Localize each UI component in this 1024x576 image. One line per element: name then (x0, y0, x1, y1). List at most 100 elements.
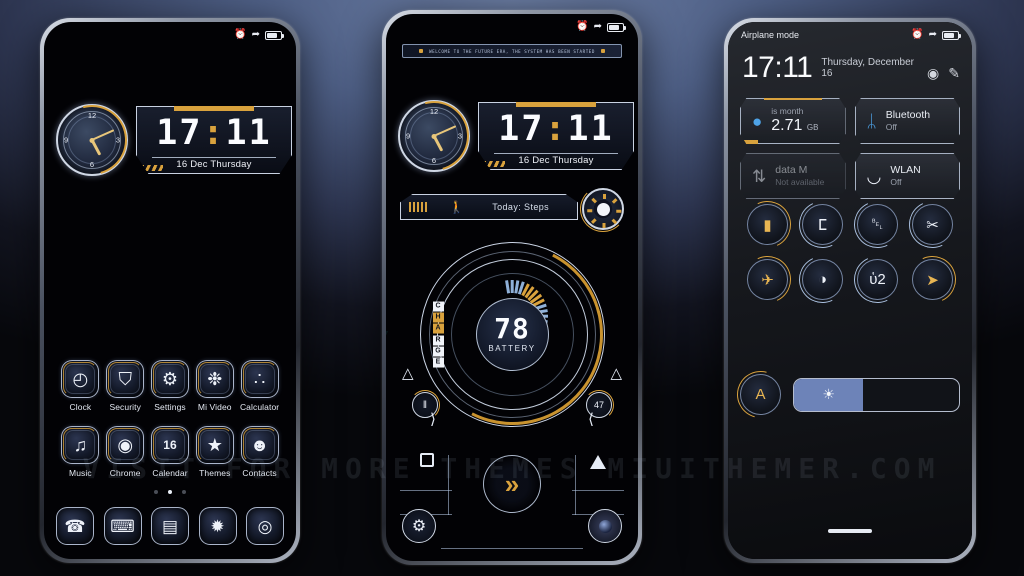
edit-icon[interactable]: ✎ (948, 66, 960, 82)
gear-icon: ⚙ (150, 360, 189, 398)
digital-clock: 17:11 16 Dec Thursday (478, 102, 634, 170)
status-bar: ⏰ ➦ (386, 14, 638, 40)
mobile-data-tile[interactable]: ⇅ data M Not available (740, 153, 846, 199)
brightness-fill: ☀ (794, 378, 864, 411)
clock-widget[interactable]: 12 3 6 9 17:11 16 Dec Thursday (386, 88, 634, 184)
app-chrome[interactable]: ◉ Chrome (103, 426, 148, 478)
bluetooth-tile[interactable]: ᛦ Bluetooth Off (854, 98, 960, 144)
analog-number-9: 9 (64, 135, 69, 145)
clock-icon: ◴ (61, 360, 100, 398)
app-calculator[interactable]: ∴ Calculator (237, 360, 282, 412)
navigation-bar: » ⚙ (386, 445, 638, 561)
recents-square-icon[interactable] (420, 453, 434, 467)
app-music[interactable]: ♫ Music (58, 426, 103, 478)
app-grid: ◴ Clock ⛉ Security ⚙ Settings ❉ Mi Video ∴ Calcul… (58, 360, 282, 478)
app-label: Themes (199, 468, 231, 478)
digital-clock: 17:11 16 Dec Thursday (136, 106, 292, 174)
app-label: Contacts (242, 468, 277, 478)
digital-gold-bar (173, 106, 255, 111)
message-icon-glyph: ⌨ (110, 516, 135, 536)
data-usage-tile[interactable]: ● is month 2.71 GB (740, 98, 846, 144)
dark-mode-toggle[interactable]: ◑ (792, 249, 853, 310)
digital-colon: : (544, 109, 568, 149)
auto-brightness-button[interactable]: A (728, 362, 793, 427)
clock-widget[interactable]: 12 3 6 9 17:11 16 Dec Thursday (44, 92, 292, 188)
steps-widget[interactable]: 🚶 Today: Steps (400, 186, 626, 232)
notes-icon[interactable]: ▤ (151, 507, 189, 545)
toggle-grid: ▮ ⵎ ␇ ✂ ✈ ◑ ὑ2 ➤ (737, 194, 963, 310)
phone-notification-shade: Airplane mode ⏰ ➦ 17:11 Thursday, Decemb… (724, 18, 976, 563)
calendar-icon-glyph: 16 (163, 438, 177, 452)
screenshot-toggle[interactable]: ✂ (902, 194, 963, 255)
shade-time: 17:11 (742, 51, 813, 84)
gear-shortcut-icon[interactable]: ⚙ (402, 509, 436, 543)
app-contacts[interactable]: ☻ Contacts (237, 426, 282, 478)
page-dot[interactable] (182, 490, 187, 494)
battery-icon (265, 30, 284, 40)
app-settings[interactable]: ⚙ Settings (148, 360, 193, 412)
app-themes[interactable]: ★ Themes (192, 426, 237, 478)
tile-title: WLAN (890, 164, 921, 176)
ring-toggle[interactable]: ␇ (847, 194, 908, 255)
message-icon[interactable]: ⌨ (103, 507, 142, 545)
wlan-tile[interactable]: ◡ WLAN Off (854, 153, 960, 199)
digital-hours: 17 (156, 113, 203, 153)
person-icon-glyph: ☻ (250, 435, 270, 455)
wifi-icon: ◡ (866, 166, 882, 186)
chevron-right-icon: ⟩ (430, 411, 436, 428)
home-button[interactable]: » (483, 455, 541, 513)
camera-shortcut-icon[interactable] (588, 509, 622, 543)
alarm-icon: ⏰ (234, 29, 247, 40)
clock-center-pin (431, 133, 437, 139)
chrome-icon-glyph: ◉ (117, 435, 134, 455)
film-reel-icon-glyph: ❉ (207, 369, 223, 389)
location-toggle[interactable]: ➤ (902, 249, 963, 310)
app-calendar[interactable]: 16 Calendar (148, 426, 193, 478)
person-icon: ☻ (240, 426, 279, 464)
chevron-up-right-icon: △ (610, 365, 622, 382)
app-label: Calculator (239, 402, 280, 412)
page-dot-active[interactable] (168, 490, 172, 494)
walking-person-icon: 🚶 (449, 200, 465, 214)
steps-label: Today: Steps (492, 202, 550, 212)
vibrate-toggle[interactable]: ▮ (737, 194, 798, 255)
dock: ☎ ⌨ ▤ ✹ ◎ (56, 507, 284, 545)
battery-icon (607, 22, 626, 32)
battery-dial-widget[interactable]: 78 BATTERY CHARGE (397, 220, 627, 449)
tile-gold-top (763, 98, 822, 100)
banner-dot-left (419, 49, 424, 53)
app-mi-video[interactable]: ❉ Mi Video (192, 360, 237, 412)
steps-dial-icon (580, 186, 626, 232)
back-triangle-icon[interactable] (590, 455, 606, 469)
steps-level-bars (409, 202, 428, 212)
charge-letter: E (432, 357, 444, 368)
gallery-icon[interactable]: ✹ (198, 507, 237, 545)
camera-icon[interactable]: ◎ (246, 507, 284, 545)
phone-icon-glyph: ☎ (64, 516, 86, 536)
gear-icon[interactable]: ◉ (927, 66, 939, 82)
shade-handle[interactable] (828, 529, 872, 533)
app-clock[interactable]: ◴ Clock (58, 360, 103, 412)
app-security[interactable]: ⛉ Security (103, 360, 148, 412)
film-reel-icon: ❉ (195, 360, 234, 398)
banner-dot-right (600, 49, 605, 53)
app-label: Music (69, 468, 92, 478)
brightness-slider[interactable]: ☀ (793, 377, 960, 412)
gallery-icon-glyph: ✹ (210, 516, 225, 536)
music-note-icon-glyph: ♫ (73, 435, 88, 455)
star-icon-glyph: ★ (206, 435, 223, 455)
airplane-toggle[interactable]: ✈ (737, 249, 798, 310)
digital-time: 17:11 (479, 110, 633, 148)
flashlight-toggle[interactable]: ⵎ (792, 194, 853, 255)
phone-icon[interactable]: ☎ (56, 507, 94, 545)
date-label: 16 Dec Thursday (494, 153, 618, 167)
circuit-texture (44, 22, 296, 559)
page-dot[interactable] (153, 490, 158, 494)
calculator-icon: ∴ (240, 360, 279, 398)
charge-letter: A (432, 323, 444, 334)
digital-minutes: 11 (567, 109, 614, 149)
tile-value: 2.71 (771, 117, 803, 134)
lock-toggle[interactable]: ὑ2 (847, 249, 908, 310)
status-bar: ⏰ ➦ (44, 22, 296, 48)
data-arrows-icon: ⇅ (752, 166, 767, 186)
